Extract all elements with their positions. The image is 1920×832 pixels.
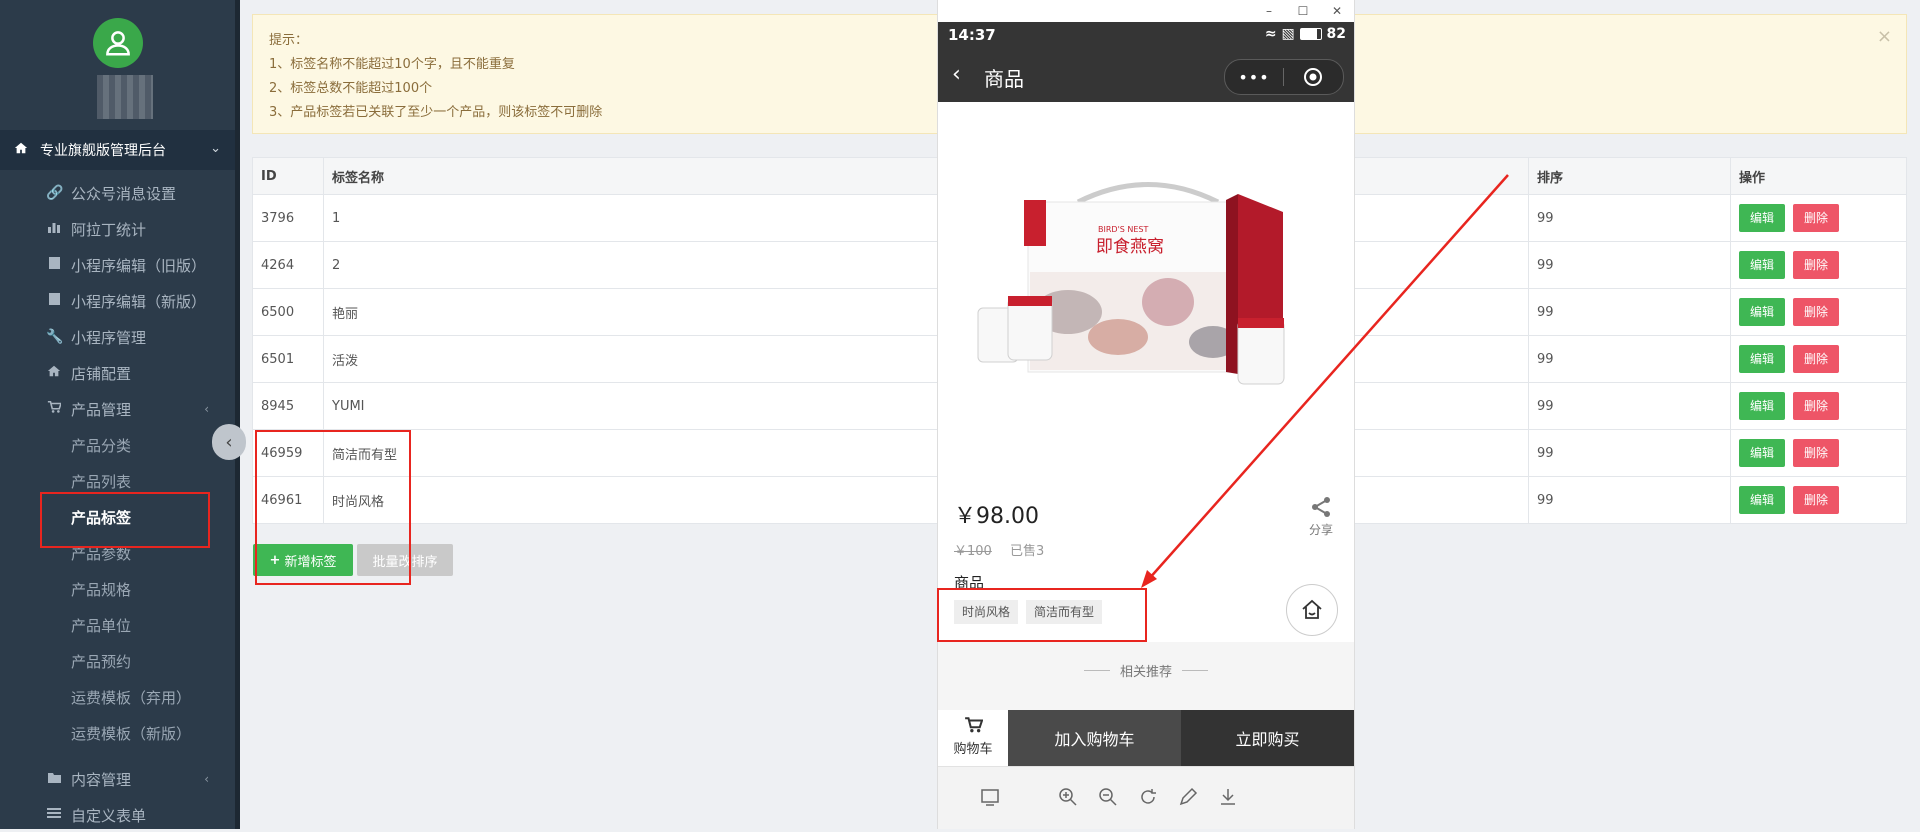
annotation-arrow (1141, 174, 1509, 588)
